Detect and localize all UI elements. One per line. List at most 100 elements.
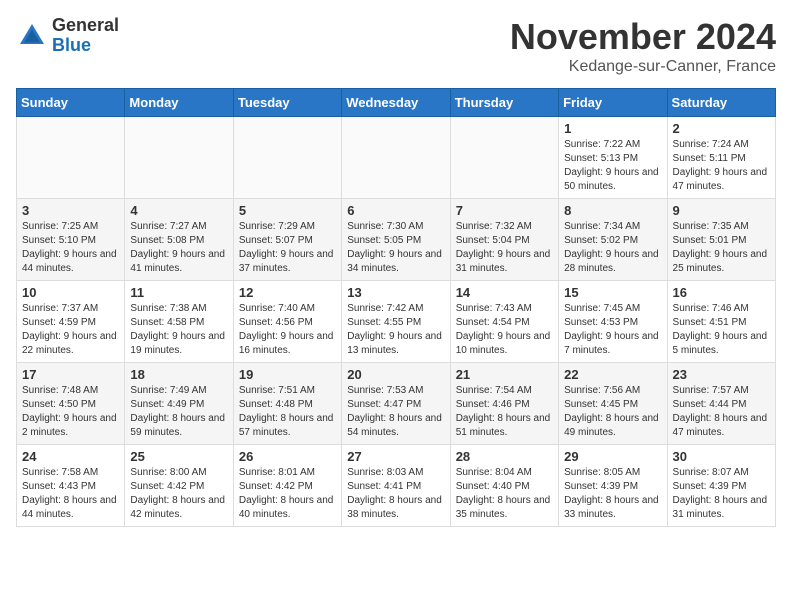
day-number: 5: [239, 203, 336, 218]
day-info: Sunrise: 7:43 AM Sunset: 4:54 PM Dayligh…: [456, 302, 553, 358]
day-number: 22: [564, 367, 661, 382]
calendar-cell: [233, 117, 341, 199]
calendar-week-2: 10Sunrise: 7:37 AM Sunset: 4:59 PM Dayli…: [17, 281, 776, 363]
calendar-header: Sunday Monday Tuesday Wednesday Thursday…: [17, 89, 776, 117]
logo-text: General Blue: [52, 16, 119, 56]
day-info: Sunrise: 7:27 AM Sunset: 5:08 PM Dayligh…: [130, 220, 227, 276]
calendar: Sunday Monday Tuesday Wednesday Thursday…: [16, 88, 776, 527]
day-info: Sunrise: 7:24 AM Sunset: 5:11 PM Dayligh…: [673, 138, 770, 194]
day-info: Sunrise: 7:48 AM Sunset: 4:50 PM Dayligh…: [22, 384, 119, 440]
day-number: 24: [22, 449, 119, 464]
header-thursday: Thursday: [450, 89, 558, 117]
calendar-week-0: 1 Sunrise: 7:22 AM Sunset: 5:13 PM Daylig…: [17, 117, 776, 199]
day-info: Sunrise: 8:00 AM Sunset: 4:42 PM Dayligh…: [130, 466, 227, 522]
header-row: Sunday Monday Tuesday Wednesday Thursday…: [17, 89, 776, 117]
day-info: Sunrise: 8:05 AM Sunset: 4:39 PM Dayligh…: [564, 466, 661, 522]
calendar-cell: 30 Sunrise: 8:07 AM Sunset: 4:39 PM Dayli…: [667, 445, 775, 527]
day-number: 29: [564, 449, 661, 464]
day-info: Sunrise: 7:35 AM Sunset: 5:01 PM Dayligh…: [673, 220, 770, 276]
calendar-cell: 11 Sunrise: 7:38 AM Sunset: 4:58 PM Dayli…: [125, 281, 233, 363]
day-info: Sunrise: 7:53 AM Sunset: 4:47 PM Dayligh…: [347, 384, 444, 440]
calendar-cell: 4Sunrise: 7:27 AM Sunset: 5:08 PM Daylig…: [125, 199, 233, 281]
day-number: 17: [22, 367, 119, 382]
calendar-week-1: 3Sunrise: 7:25 AM Sunset: 5:10 PM Daylig…: [17, 199, 776, 281]
day-number: 7: [456, 203, 553, 218]
calendar-cell: 6Sunrise: 7:30 AM Sunset: 5:05 PM Daylig…: [342, 199, 450, 281]
day-number: 1: [564, 121, 661, 136]
header-monday: Monday: [125, 89, 233, 117]
day-number: 10: [22, 285, 119, 300]
day-info: Sunrise: 7:34 AM Sunset: 5:02 PM Dayligh…: [564, 220, 661, 276]
calendar-cell: 25 Sunrise: 8:00 AM Sunset: 4:42 PM Dayli…: [125, 445, 233, 527]
day-info: Sunrise: 8:07 AM Sunset: 4:39 PM Dayligh…: [673, 466, 770, 522]
day-number: 2: [673, 121, 770, 136]
day-info: Sunrise: 7:29 AM Sunset: 5:07 PM Dayligh…: [239, 220, 336, 276]
calendar-week-4: 24 Sunrise: 7:58 AM Sunset: 4:43 PM Dayli…: [17, 445, 776, 527]
logo-icon: [16, 20, 48, 52]
header-tuesday: Tuesday: [233, 89, 341, 117]
day-number: 23: [673, 367, 770, 382]
day-number: 9: [673, 203, 770, 218]
header-saturday: Saturday: [667, 89, 775, 117]
calendar-cell: 13Sunrise: 7:42 AM Sunset: 4:55 PM Dayli…: [342, 281, 450, 363]
day-info: Sunrise: 7:58 AM Sunset: 4:43 PM Dayligh…: [22, 466, 119, 522]
calendar-cell: 3Sunrise: 7:25 AM Sunset: 5:10 PM Daylig…: [17, 199, 125, 281]
day-info: Sunrise: 7:46 AM Sunset: 4:51 PM Dayligh…: [673, 302, 770, 358]
calendar-cell: 14 Sunrise: 7:43 AM Sunset: 4:54 PM Dayli…: [450, 281, 558, 363]
calendar-cell: 10Sunrise: 7:37 AM Sunset: 4:59 PM Dayli…: [17, 281, 125, 363]
day-number: 14: [456, 285, 553, 300]
calendar-cell: 16 Sunrise: 7:46 AM Sunset: 4:51 PM Dayli…: [667, 281, 775, 363]
calendar-cell: 12Sunrise: 7:40 AM Sunset: 4:56 PM Dayli…: [233, 281, 341, 363]
header-wednesday: Wednesday: [342, 89, 450, 117]
day-info: Sunrise: 7:22 AM Sunset: 5:13 PM Dayligh…: [564, 138, 661, 194]
day-info: Sunrise: 7:40 AM Sunset: 4:56 PM Dayligh…: [239, 302, 336, 358]
day-number: 19: [239, 367, 336, 382]
calendar-cell: [342, 117, 450, 199]
day-number: 18: [130, 367, 227, 382]
day-number: 16: [673, 285, 770, 300]
calendar-cell: 18Sunrise: 7:49 AM Sunset: 4:49 PM Dayli…: [125, 363, 233, 445]
day-info: Sunrise: 7:25 AM Sunset: 5:10 PM Dayligh…: [22, 220, 119, 276]
month-title: November 2024: [510, 16, 776, 58]
calendar-cell: 23Sunrise: 7:57 AM Sunset: 4:44 PM Dayli…: [667, 363, 775, 445]
location: Kedange-sur-Canner, France: [510, 58, 776, 76]
calendar-cell: 15Sunrise: 7:45 AM Sunset: 4:53 PM Dayli…: [559, 281, 667, 363]
day-number: 30: [673, 449, 770, 464]
day-number: 11: [130, 285, 227, 300]
day-info: Sunrise: 7:32 AM Sunset: 5:04 PM Dayligh…: [456, 220, 553, 276]
day-number: 20: [347, 367, 444, 382]
day-info: Sunrise: 7:45 AM Sunset: 4:53 PM Dayligh…: [564, 302, 661, 358]
day-info: Sunrise: 8:03 AM Sunset: 4:41 PM Dayligh…: [347, 466, 444, 522]
calendar-cell: 2 Sunrise: 7:24 AM Sunset: 5:11 PM Daylig…: [667, 117, 775, 199]
calendar-cell: 5 Sunrise: 7:29 AM Sunset: 5:07 PM Daylig…: [233, 199, 341, 281]
calendar-cell: 21 Sunrise: 7:54 AM Sunset: 4:46 PM Dayli…: [450, 363, 558, 445]
calendar-cell: 1 Sunrise: 7:22 AM Sunset: 5:13 PM Daylig…: [559, 117, 667, 199]
day-number: 25: [130, 449, 227, 464]
day-info: Sunrise: 7:54 AM Sunset: 4:46 PM Dayligh…: [456, 384, 553, 440]
day-number: 21: [456, 367, 553, 382]
day-number: 27: [347, 449, 444, 464]
calendar-cell: 8 Sunrise: 7:34 AM Sunset: 5:02 PM Daylig…: [559, 199, 667, 281]
calendar-cell: 29 Sunrise: 8:05 AM Sunset: 4:39 PM Dayli…: [559, 445, 667, 527]
logo-blue: Blue: [52, 36, 119, 56]
calendar-cell: 24 Sunrise: 7:58 AM Sunset: 4:43 PM Dayli…: [17, 445, 125, 527]
header: General Blue November 2024 Kedange-sur-C…: [16, 16, 776, 76]
calendar-cell: 17 Sunrise: 7:48 AM Sunset: 4:50 PM Dayli…: [17, 363, 125, 445]
logo: General Blue: [16, 16, 119, 56]
calendar-cell: 27 Sunrise: 8:03 AM Sunset: 4:41 PM Dayli…: [342, 445, 450, 527]
header-friday: Friday: [559, 89, 667, 117]
day-info: Sunrise: 7:51 AM Sunset: 4:48 PM Dayligh…: [239, 384, 336, 440]
day-number: 26: [239, 449, 336, 464]
day-number: 8: [564, 203, 661, 218]
calendar-cell: [125, 117, 233, 199]
calendar-cell: [450, 117, 558, 199]
calendar-cell: 9 Sunrise: 7:35 AM Sunset: 5:01 PM Daylig…: [667, 199, 775, 281]
logo-general: General: [52, 16, 119, 36]
calendar-cell: 20 Sunrise: 7:53 AM Sunset: 4:47 PM Dayli…: [342, 363, 450, 445]
header-sunday: Sunday: [17, 89, 125, 117]
day-info: Sunrise: 7:38 AM Sunset: 4:58 PM Dayligh…: [130, 302, 227, 358]
day-number: 28: [456, 449, 553, 464]
day-info: Sunrise: 7:56 AM Sunset: 4:45 PM Dayligh…: [564, 384, 661, 440]
day-info: Sunrise: 8:01 AM Sunset: 4:42 PM Dayligh…: [239, 466, 336, 522]
day-number: 6: [347, 203, 444, 218]
